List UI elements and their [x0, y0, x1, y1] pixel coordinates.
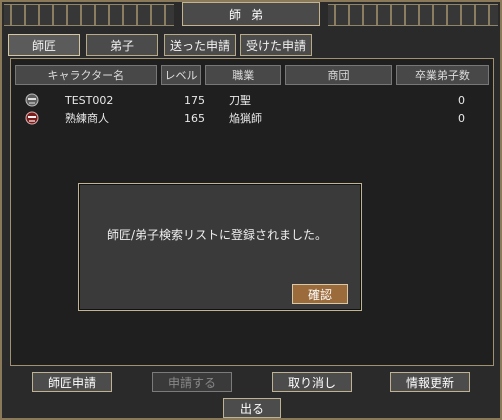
character-avatar-icon	[25, 111, 39, 125]
tab-sent-requests[interactable]: 送った申請	[164, 34, 236, 56]
action-buttons: 師匠申請 申請する 取り消し 情報更新	[0, 372, 502, 394]
row-character-name: 熟練商人	[65, 112, 109, 125]
row-job: 刀聖	[229, 94, 251, 107]
table-header: キャラクター名 レベル 職業 商団 卒業弟子数	[15, 65, 490, 85]
apply-mentor-button[interactable]: 師匠申請	[32, 372, 112, 392]
column-level: レベル	[160, 65, 202, 85]
exit-row: 出る	[0, 398, 502, 420]
exit-button[interactable]: 出る	[223, 398, 281, 418]
apply-button[interactable]: 申請する	[152, 372, 232, 392]
registration-confirmation-modal: 師匠/弟子検索リストに登録されました。 確認	[78, 183, 362, 311]
table-row[interactable]: 熟練商人 165 焔猟師 0	[15, 109, 489, 127]
table-row[interactable]: TEST002 175 刀聖 0	[15, 91, 489, 109]
tab-received-requests[interactable]: 受けた申請	[240, 34, 312, 56]
confirm-button[interactable]: 確認	[292, 284, 348, 304]
tab-apprentice[interactable]: 弟子	[86, 34, 158, 56]
row-graduates: 0	[458, 93, 465, 107]
row-job: 焔猟師	[229, 112, 262, 125]
column-graduates: 卒業弟子数	[395, 65, 490, 85]
row-level: 165	[184, 111, 205, 125]
character-avatar-icon	[25, 93, 39, 107]
column-character-name: キャラクター名	[15, 65, 157, 85]
modal-message: 師匠/弟子検索リストに登録されました。	[107, 228, 328, 242]
table-body: TEST002 175 刀聖 0 熟練商人 165 焔猟師 0	[15, 91, 489, 127]
title-ornament-left	[4, 4, 174, 26]
refresh-info-button[interactable]: 情報更新	[390, 372, 470, 392]
column-guild: 商団	[285, 65, 392, 85]
row-graduates: 0	[458, 111, 465, 125]
column-job: 職業	[205, 65, 282, 85]
title-ornament-right	[328, 4, 498, 26]
row-character-name: TEST002	[65, 93, 114, 107]
cancel-button[interactable]: 取り消し	[272, 372, 352, 392]
window-title: 師弟	[182, 2, 320, 26]
row-level: 175	[184, 93, 205, 107]
tab-mentor[interactable]: 師匠	[8, 34, 80, 56]
